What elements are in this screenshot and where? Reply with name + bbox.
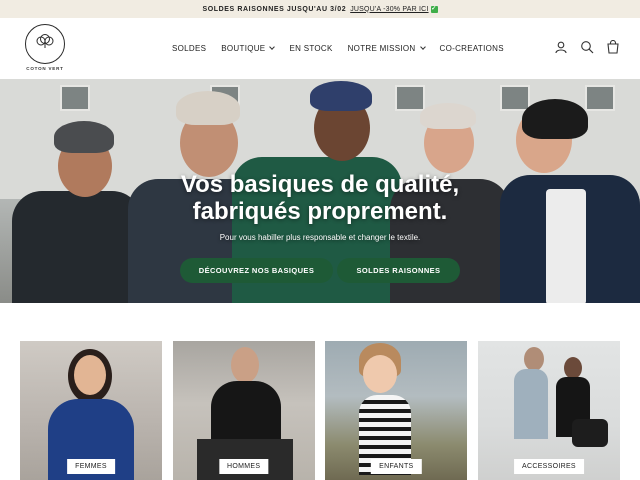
nav-label: NOTRE MISSION [347,44,416,53]
category-card-accessoires[interactable]: ACCESSOIRES [477,341,620,480]
nav-label: SOLDES [172,44,207,53]
logo-text: COTON VERT [26,66,64,71]
user-icon[interactable] [554,40,568,54]
chevron-down-icon [419,44,426,50]
category-label: ENFANTS [371,459,422,474]
hero-window [395,85,425,111]
site-header: COTON VERT SOLDES BOUTIQUE EN STOCK NOTR… [0,18,640,79]
nav-item-boutique[interactable]: BOUTIQUE [221,44,276,53]
chevron-down-icon [269,44,276,50]
hero-text: Vos basiques de qualité, fabriqués propr… [0,171,640,242]
category-label: ACCESSOIRES [514,459,584,474]
nav-label: BOUTIQUE [221,44,266,53]
card-face [363,355,398,393]
announcement-link[interactable]: JUSQU'A -30% PAR ICI [350,6,428,13]
category-label: HOMMES [219,459,269,474]
category-card-femmes[interactable]: FEMMES [20,341,162,480]
card-body [513,369,548,439]
nav-label: CO-CREATIONS [439,44,504,53]
card-bag [571,419,608,447]
person-hat [522,99,588,139]
person-hat [54,121,114,153]
nav-item-en-stock[interactable]: EN STOCK [289,44,332,53]
check-icon: ✓ [430,5,438,13]
search-icon[interactable] [580,40,594,54]
discover-basics-button[interactable]: DÉCOUVREZ NOS BASIQUES [180,258,333,283]
card-face [523,347,544,371]
hero-subtitle: Pour vous habiller plus responsable et c… [219,233,421,242]
hero-title-line2: fabriqués proprement. [192,198,448,225]
person-hat [310,81,372,111]
logo[interactable]: COTON VERT [24,24,66,72]
nav-label: EN STOCK [289,44,333,53]
announcement-bar: SOLDES RAISONNES JUSQU'AU 3/02 JUSQU'A -… [0,0,640,18]
hero-title: Vos basiques de qualité, fabriqués propr… [0,171,640,225]
person-hat [420,103,476,129]
nav-item-notre-mission[interactable]: NOTRE MISSION [347,44,426,53]
hero-window [585,85,615,111]
nav-item-co-creations[interactable]: CO-CREATIONS [440,44,504,53]
hero-buttons: DÉCOUVREZ NOS BASIQUES SOLDES RAISONNES [0,258,640,283]
category-label: FEMMES [67,459,115,474]
card-face [230,347,259,383]
cotton-icon [36,34,54,48]
hero-title-line1: Vos basiques de qualité, [180,171,460,198]
announcement-text: SOLDES RAISONNES JUSQU'AU 3/02 [202,5,347,13]
hero-window [60,85,90,111]
card-face [74,355,106,395]
category-card-hommes[interactable]: HOMMES [172,341,315,480]
hero-banner: Vos basiques de qualité, fabriqués propr… [0,79,640,303]
person-hat [176,91,240,125]
nav-item-soldes[interactable]: SOLDES [172,44,206,53]
header-icons [542,39,620,54]
sale-button[interactable]: SOLDES RAISONNES [337,258,460,283]
category-cards: FEMMES HOMMES ENFANTS ACCESSOIRES [20,341,620,480]
card-face [563,357,582,379]
main-nav: SOLDES BOUTIQUE EN STOCK NOTRE MISSION C… [172,18,519,79]
hero-window [500,85,530,111]
cart-icon[interactable] [606,39,620,54]
category-card-enfants[interactable]: ENFANTS [325,341,468,480]
